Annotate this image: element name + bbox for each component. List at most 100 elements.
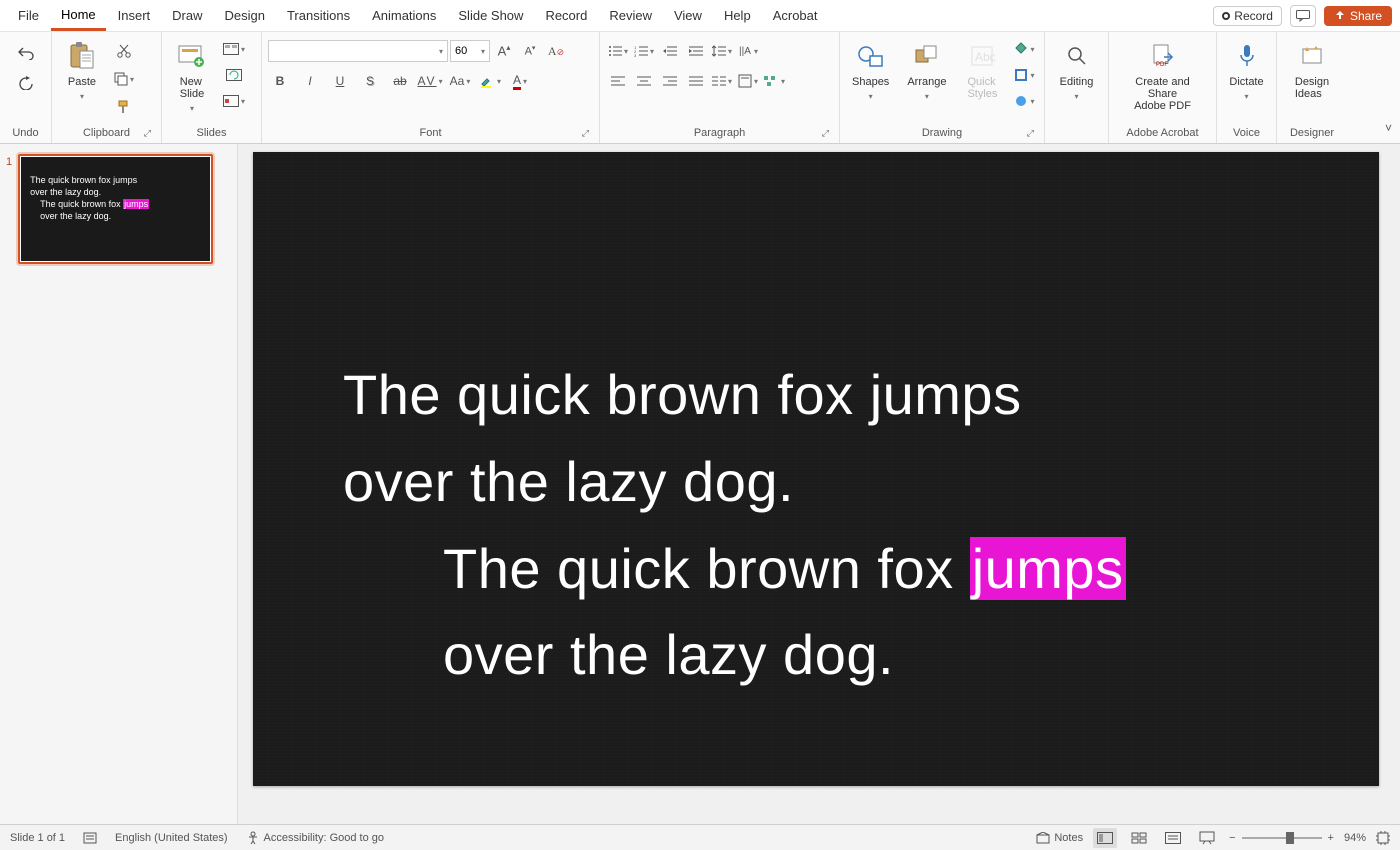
reset-slide-button[interactable] [222,64,246,86]
italic-button[interactable]: I [298,70,322,92]
status-language[interactable]: English (United States) [115,832,228,844]
shape-effects-button[interactable] [1012,90,1036,112]
shadow-button[interactable]: S [358,70,382,92]
decrease-indent-button[interactable] [658,40,682,62]
zoom-level[interactable]: 94% [1344,832,1366,844]
font-name-input[interactable]: ▾ [268,40,448,62]
slide-editor[interactable]: The quick brown fox jumps over the lazy … [238,144,1400,824]
undo-group-label: Undo [6,127,45,141]
slide-canvas[interactable]: The quick brown fox jumps over the lazy … [253,152,1379,786]
slide-thumbnail-1[interactable]: The quick brown fox jumps over the lazy … [18,154,213,264]
align-right-icon [663,75,677,87]
create-pdf-button[interactable]: PDF Create and Share Adobe PDF [1115,36,1210,116]
design-ideas-button[interactable]: Design Ideas [1288,36,1336,104]
layout-button[interactable] [222,38,246,60]
editing-label: Editing [1060,76,1094,88]
dictate-button[interactable]: Dictate▾ [1223,36,1271,105]
increase-font-button[interactable]: A▴ [492,40,516,62]
bold-button[interactable]: B [268,70,292,92]
share-icon [1334,10,1346,22]
zoom-slider[interactable] [1242,837,1322,839]
redo-button[interactable] [14,72,38,94]
shape-fill-button[interactable] [1012,38,1036,60]
editing-button[interactable]: Editing▾ [1053,36,1101,105]
font-dialog-launcher[interactable]: ⤢ [582,128,589,139]
shape-outline-button[interactable] [1012,64,1036,86]
smartart-button[interactable] [762,70,786,92]
record-button[interactable]: Record [1213,6,1282,26]
slide-line3-pre: The quick brown fox [443,537,970,600]
smartart-icon [763,75,779,87]
tab-design[interactable]: Design [215,2,275,29]
status-slide-number[interactable]: Slide 1 of 1 [10,832,65,844]
notes-button[interactable]: Notes [1036,832,1083,844]
comments-button[interactable] [1290,5,1316,27]
paste-button[interactable]: Paste ▾ [58,36,106,105]
notes-icon [1036,832,1050,844]
sorter-view-button[interactable] [1127,828,1151,848]
increase-indent-button[interactable] [684,40,708,62]
tab-animations[interactable]: Animations [362,2,446,29]
cut-button[interactable] [112,40,136,62]
paragraph-dialog-launcher[interactable]: ⤢ [822,128,829,139]
status-accessibility[interactable]: Accessibility: Good to go [246,831,384,845]
bullets-button[interactable] [606,40,630,62]
normal-view-button[interactable] [1093,828,1117,848]
copy-button[interactable] [112,68,136,90]
tab-home[interactable]: Home [51,1,106,31]
status-spellcheck-icon[interactable] [83,831,97,845]
highlight-button[interactable] [478,70,502,92]
ribbon: Undo Paste ▾ Clipboard⤢ New Slide ▾ [0,32,1400,144]
decrease-font-button[interactable]: A▾ [518,40,542,62]
justify-button[interactable] [684,70,708,92]
clear-formatting-button[interactable]: A⊘ [544,40,568,62]
quick-styles-icon: Abc [966,40,998,72]
tab-transitions[interactable]: Transitions [277,2,360,29]
tab-review[interactable]: Review [599,2,662,29]
columns-button[interactable] [710,70,734,92]
zoom-out-button[interactable]: − [1229,832,1235,844]
tab-slideshow[interactable]: Slide Show [448,2,533,29]
slide-text-box[interactable]: The quick brown fox jumps over the lazy … [343,352,1126,699]
align-center-button[interactable] [632,70,656,92]
tab-insert[interactable]: Insert [108,2,161,29]
line-spacing-button[interactable] [710,40,734,62]
collapse-ribbon-button[interactable]: ˅ [1385,121,1392,135]
slideshow-view-button[interactable] [1195,828,1219,848]
undo-button[interactable] [14,42,38,64]
tab-draw[interactable]: Draw [162,2,212,29]
arrange-button[interactable]: Arrange▾ [901,36,952,105]
section-button[interactable] [222,90,246,112]
new-slide-label: New Slide [180,76,204,100]
reading-view-button[interactable] [1161,828,1185,848]
thumbnail-pane[interactable]: 1 The quick brown fox jumps over the laz… [0,144,238,824]
zoom-in-button[interactable]: + [1328,832,1334,844]
font-color-button[interactable]: A [508,70,532,92]
strike-button[interactable]: ab [388,70,412,92]
designer-group-label: Designer [1283,127,1341,141]
align-text-button[interactable] [736,70,760,92]
change-case-button[interactable]: Aa [448,70,472,92]
tab-help[interactable]: Help [714,2,761,29]
char-spacing-button[interactable]: AV [418,70,442,92]
text-direction-button[interactable]: ||A [736,40,760,62]
fit-to-window-button[interactable] [1376,831,1390,845]
align-right-button[interactable] [658,70,682,92]
tab-record[interactable]: Record [535,2,597,29]
shapes-button[interactable]: Shapes▾ [846,36,895,105]
numbering-button[interactable]: 123 [632,40,656,62]
new-slide-button[interactable]: New Slide ▾ [168,36,216,117]
align-left-button[interactable] [606,70,630,92]
tab-acrobat[interactable]: Acrobat [763,2,828,29]
share-button[interactable]: Share [1324,6,1392,26]
font-size-input[interactable]: 60▾ [450,40,490,62]
underline-button[interactable]: U [328,70,352,92]
drawing-dialog-launcher[interactable]: ⤢ [1027,128,1034,139]
paste-label: Paste [68,76,96,88]
tab-view[interactable]: View [664,2,712,29]
clipboard-dialog-launcher[interactable]: ⤢ [144,128,151,139]
tab-file[interactable]: File [8,2,49,29]
editing-group-label [1051,139,1102,141]
align-center-icon [637,75,651,87]
format-painter-button[interactable] [112,96,136,118]
